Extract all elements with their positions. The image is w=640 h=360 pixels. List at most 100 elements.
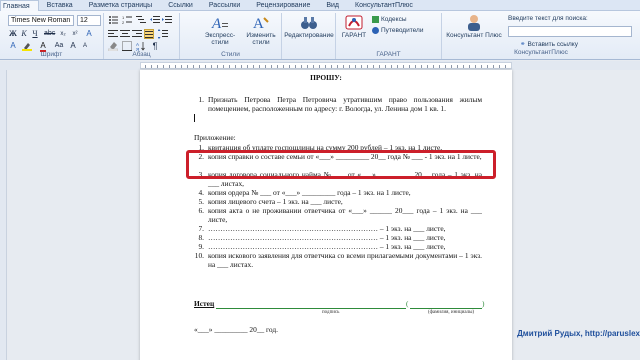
appendix-item-number: 5. <box>198 197 204 206</box>
appendix-item-number: 4. <box>198 188 204 197</box>
ruler-tick <box>475 65 476 68</box>
fio-close-paren: ) <box>482 299 485 308</box>
codex-link[interactable]: Кодексы <box>372 15 407 24</box>
increase-indent-icon[interactable] <box>162 15 172 25</box>
tab-view[interactable]: Вид <box>318 0 347 10</box>
ruler-tick <box>301 65 302 68</box>
font-color-icon[interactable]: A <box>38 41 48 52</box>
consultant-search-input[interactable] <box>508 26 632 37</box>
change-case-icon[interactable]: Aa <box>54 41 64 51</box>
signature-caption: подпись <box>322 310 340 315</box>
bold-button[interactable]: Ж <box>8 29 18 39</box>
superscript-button[interactable]: x² <box>70 29 80 39</box>
ribbon-tabs: Главная Вставка Разметка страницы Ссылки… <box>0 0 640 11</box>
text-cursor <box>194 114 195 122</box>
bullets-icon[interactable] <box>108 15 118 25</box>
change-styles-button[interactable]: A Изменить стили <box>244 14 278 46</box>
appendix-item-text: …………………………………………………………… – 1 экз. на ___ … <box>208 233 446 242</box>
doc-title: ПРОШУ: <box>310 73 342 82</box>
shading-icon[interactable] <box>107 41 119 52</box>
ruler-tick <box>469 65 470 68</box>
ruler-tick <box>277 65 278 68</box>
tab-mailings[interactable]: Рассылки <box>201 0 248 10</box>
garant-logo-icon <box>345 15 363 30</box>
editing-group: Редактирование <box>282 13 336 59</box>
appendix-item-number: 7. <box>198 224 204 233</box>
multilevel-list-icon[interactable] <box>136 15 146 25</box>
sort-icon[interactable]: AЯ <box>136 41 146 52</box>
insert-link-button[interactable]: ⚭ Вставить ссылку <box>520 40 578 49</box>
font-size-box[interactable]: 12 <box>77 15 101 26</box>
svg-text:2: 2 <box>122 20 125 25</box>
fio-caption: (фамилия, инициалы) <box>428 310 475 315</box>
vertical-ruler[interactable] <box>0 70 7 360</box>
justify-icon[interactable] <box>144 29 154 39</box>
align-right-icon[interactable] <box>132 29 142 39</box>
codex-icon <box>372 15 379 23</box>
ruler-scale <box>140 62 512 69</box>
ruler-tick <box>391 65 392 68</box>
tab-review[interactable]: Рецензирование <box>248 0 318 10</box>
underline-button[interactable]: Ч <box>30 29 40 39</box>
express-styles-icon: A <box>211 16 228 31</box>
document-page[interactable]: ПРОШУ: 1. Признать Петрова Петра Петрови… <box>140 70 512 360</box>
tab-home[interactable]: Главная <box>0 0 39 11</box>
tab-references[interactable]: Ссылки <box>160 0 201 10</box>
ruler-tick <box>229 65 230 68</box>
ruler-tick <box>151 65 152 68</box>
guides-link[interactable]: Путеводители <box>372 26 423 35</box>
ruler-tick <box>421 65 422 68</box>
appendix-label: Приложение: <box>194 133 236 142</box>
appendix-item-text: …………………………………………………………… – 1 экз. на ___ … <box>208 242 446 251</box>
ruler-tick <box>313 65 314 68</box>
ruler-tick <box>433 65 434 68</box>
date-line: «___» _________ 20__ год. <box>194 325 278 334</box>
ruler-tick <box>409 65 410 68</box>
strikethrough-button[interactable]: abc <box>44 29 55 39</box>
ruler-tick <box>343 65 344 68</box>
text-effects-icon[interactable]: A <box>8 41 18 51</box>
ruler-tick <box>253 65 254 68</box>
font-name-box[interactable]: Times New Roman <box>8 15 74 26</box>
ruler-tick <box>259 65 260 68</box>
tab-consultant[interactable]: КонсультантПлюс <box>347 0 421 10</box>
italic-button[interactable]: К <box>19 29 29 39</box>
show-marks-icon[interactable]: ¶ <box>150 41 160 51</box>
appendix-item-text: копия ордера № ___ от «___» _________ го… <box>208 188 411 197</box>
ruler-tick <box>487 65 488 68</box>
ruler-tick <box>223 65 224 68</box>
paragraph-group: 12 AЯ ¶ Абзац <box>104 13 180 59</box>
ruler-tick <box>379 65 380 68</box>
numbering-icon[interactable]: 12 <box>122 15 132 25</box>
highlight-color-icon[interactable] <box>22 41 32 51</box>
ruler-tick <box>199 65 200 68</box>
line-spacing-icon[interactable] <box>157 29 168 39</box>
styles-group: A Экспресс-стили A Изменить стили Стили <box>180 13 282 59</box>
ruler-tick <box>163 65 164 68</box>
tab-insert[interactable]: Вставка <box>39 0 81 10</box>
consultant-plus-button[interactable]: Консультант Плюс <box>446 14 502 39</box>
grow-font-icon[interactable]: A <box>68 41 78 51</box>
ruler-tick <box>385 65 386 68</box>
align-left-icon[interactable] <box>108 29 118 39</box>
ruler-tick <box>181 65 182 68</box>
decrease-indent-icon[interactable] <box>150 15 160 25</box>
subscript-button[interactable]: x₂ <box>58 29 68 39</box>
appendix-item-number: 6. <box>198 206 204 215</box>
align-center-icon[interactable] <box>120 29 130 39</box>
garant-group: ГАРАНТ Кодексы Путеводители ГАРАНТ <box>336 13 442 59</box>
express-styles-button[interactable]: A Экспресс-стили <box>202 14 238 46</box>
ruler-tick <box>367 65 368 68</box>
ruler-tick <box>493 65 494 68</box>
garant-button[interactable]: ГАРАНТ <box>338 14 370 39</box>
plaintiff-label: Истец <box>194 299 215 308</box>
ruler-tick <box>349 65 350 68</box>
clear-format-icon[interactable]: A <box>84 29 94 39</box>
editing-button[interactable]: Редактирование <box>284 14 334 39</box>
shrink-font-icon[interactable]: A <box>80 41 90 51</box>
tab-page-layout[interactable]: Разметка страницы <box>81 0 161 10</box>
ruler-tick <box>193 65 194 68</box>
borders-icon[interactable] <box>122 41 132 51</box>
horizontal-ruler[interactable] <box>0 61 640 70</box>
ruler-tick <box>307 65 308 68</box>
